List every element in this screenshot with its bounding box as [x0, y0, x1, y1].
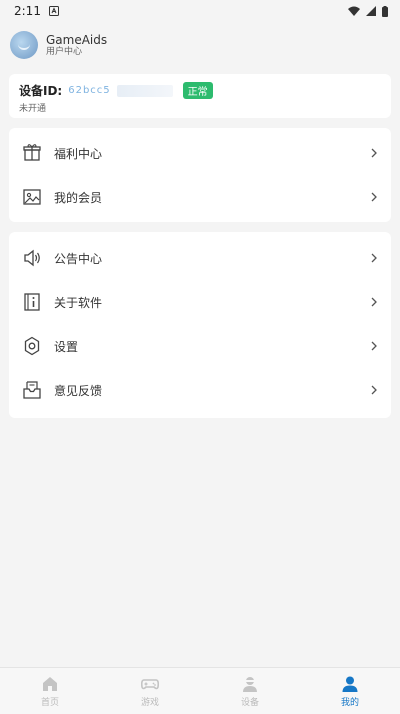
device-id-label: 设备ID: [19, 84, 63, 98]
menu-item-label: 意见反馈 [54, 383, 103, 398]
menu-group-general: 公告中心 关于软件 设置 意见反馈 [9, 232, 391, 418]
tab-label: 设备 [240, 697, 259, 708]
tab-label: 首页 [40, 697, 59, 708]
menu-item-label: 福利中心 [54, 146, 103, 161]
tab-home[interactable]: 首页 [0, 668, 100, 714]
member-card-icon [23, 189, 41, 205]
tab-label: 我的 [340, 697, 359, 708]
menu-group-benefits: 福利中心 我的会员 [9, 128, 391, 222]
menu-item-feedback[interactable]: 意见反馈 [9, 368, 391, 412]
feedback-icon [23, 381, 41, 399]
chevron-right-icon [371, 253, 377, 263]
tab-mine[interactable]: 我的 [300, 668, 400, 714]
tab-games[interactable]: 游戏 [100, 668, 200, 714]
gear-icon [24, 336, 40, 356]
tab-label: 游戏 [140, 697, 159, 708]
wifi-icon [348, 6, 360, 16]
menu-item-welfare-center[interactable]: 福利中心 [9, 131, 391, 175]
user-center-subtitle: 用户中心 [46, 46, 83, 57]
bottom-tab-bar: 首页 游戏 设备 我的 [0, 667, 400, 714]
device-id-value: 62bcc5 [68, 85, 111, 96]
chevron-right-icon [371, 148, 377, 158]
app-name: GameAids [46, 32, 108, 47]
user-header[interactable]: GameAids 用户中心 [0, 22, 400, 68]
menu-item-label: 我的会员 [54, 190, 103, 205]
menu-item-label: 公告中心 [54, 251, 103, 266]
signal-icon [366, 6, 376, 16]
info-icon [24, 293, 40, 311]
gamepad-icon [141, 678, 159, 689]
tab-device[interactable]: 设备 [200, 668, 300, 714]
notification-icon [48, 6, 59, 16]
status-time: 2:11 [14, 4, 41, 18]
home-icon [43, 676, 57, 691]
status-badge: 正常 [182, 82, 213, 99]
menu-item-label: 关于软件 [54, 295, 103, 310]
menu-item-announcements[interactable]: 公告中心 [9, 236, 391, 280]
user-header-text: GameAids 用户中心 [46, 33, 107, 58]
device-id-line: 设备ID: 62bcc5 正常 [19, 82, 381, 99]
device-id-redacted [116, 84, 173, 97]
status-bar: 2:11 [0, 0, 400, 22]
menu-item-about[interactable]: 关于软件 [9, 280, 391, 324]
gift-icon [23, 144, 41, 161]
device-icon [243, 676, 257, 692]
menu-item-label: 设置 [54, 339, 79, 354]
battery-icon [382, 5, 388, 17]
menu-item-my-membership[interactable]: 我的会员 [9, 175, 391, 219]
user-icon [342, 676, 358, 692]
chevron-right-icon [371, 341, 377, 351]
device-status: 未开通 [19, 104, 47, 114]
chevron-right-icon [371, 385, 377, 395]
chevron-right-icon [371, 297, 377, 307]
chevron-right-icon [371, 192, 377, 202]
menu-item-settings[interactable]: 设置 [9, 324, 391, 368]
avatar[interactable] [10, 31, 38, 59]
speaker-icon [24, 249, 40, 267]
device-card: 设备ID: 62bcc5 正常 未开通 [9, 74, 391, 118]
